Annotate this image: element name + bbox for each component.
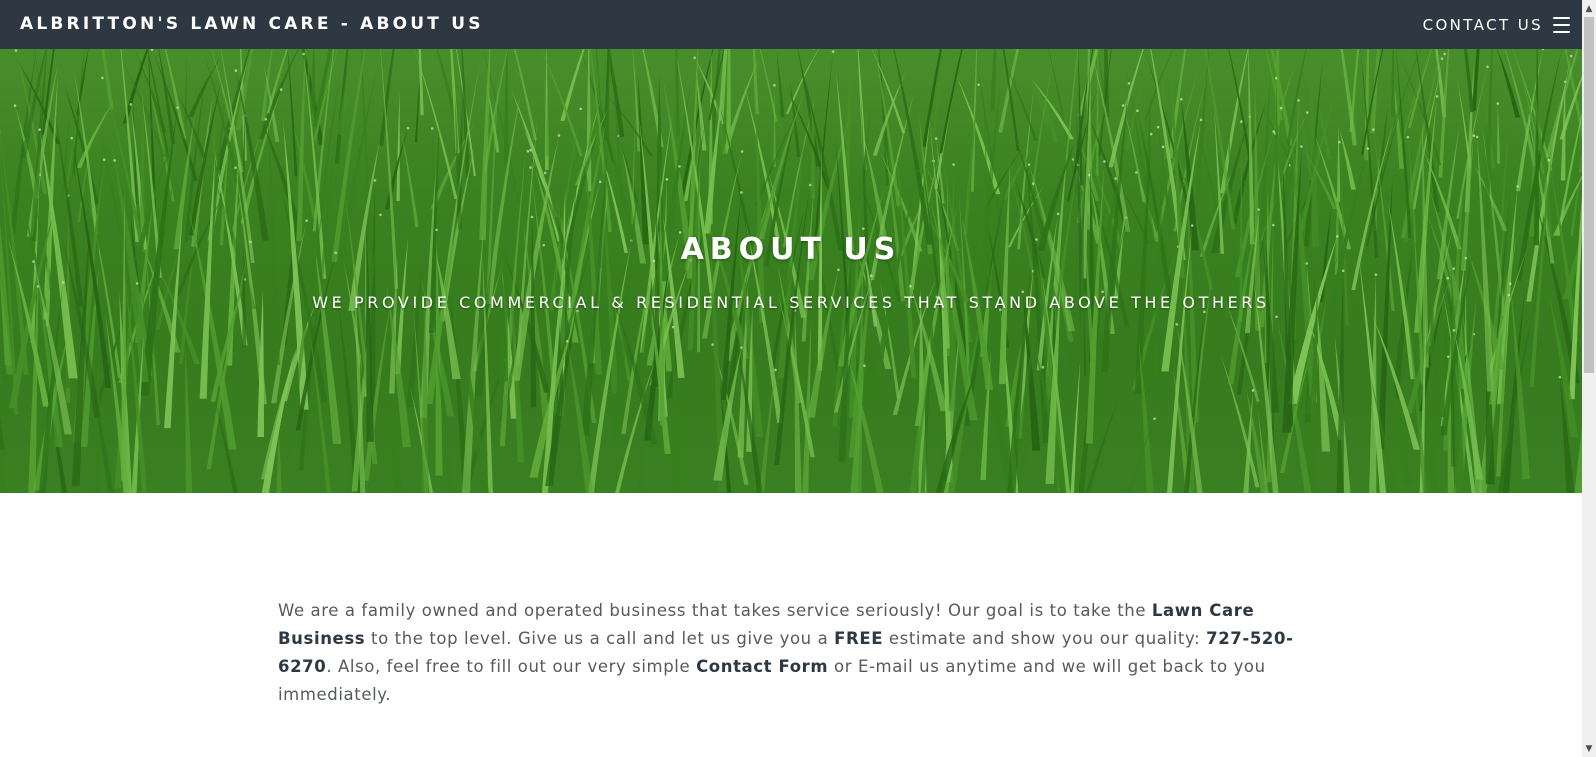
contact-us-link[interactable]: CONTACT US [1423, 16, 1543, 34]
hero-subtitle: WE PROVIDE COMMERCIAL & RESIDENTIAL SERV… [312, 293, 1270, 312]
hero-banner: ABOUT US WE PROVIDE COMMERCIAL & RESIDEN… [0, 49, 1582, 493]
paragraph-text: to the top level. Give us a call and let… [365, 629, 835, 648]
hero-overlay [0, 49, 1582, 493]
hero-title: ABOUT US [680, 232, 902, 267]
grass-background-image [0, 49, 1582, 493]
chevron-up-icon[interactable]: ▲ [1582, 0, 1596, 17]
hamburger-menu-icon[interactable] [1553, 16, 1570, 33]
scrollbar-thumb[interactable] [1584, 17, 1594, 373]
paragraph-text: . Also, feel free to fill out our very s… [326, 657, 697, 676]
menu-icon-bar [1553, 30, 1570, 33]
contact-form-link[interactable]: Contact Form [696, 657, 828, 676]
page-viewport: ALBRITTON'S LAWN CARE - ABOUT US CONTACT… [0, 0, 1582, 757]
paragraph-text: estimate and show you our quality: [883, 629, 1207, 648]
nav-right-group: CONTACT US [1423, 0, 1570, 49]
about-paragraph: We are a family owned and operated busin… [278, 597, 1318, 709]
vertical-scrollbar[interactable]: ▲ ▼ [1582, 0, 1596, 757]
top-navigation-bar: ALBRITTON'S LAWN CARE - ABOUT US CONTACT… [0, 0, 1582, 49]
free-emphasis: FREE [834, 629, 884, 648]
site-brand-title[interactable]: ALBRITTON'S LAWN CARE - ABOUT US [20, 14, 484, 34]
chevron-down-icon[interactable]: ▼ [1582, 740, 1596, 757]
menu-icon-bar [1553, 16, 1570, 19]
menu-icon-bar [1553, 23, 1570, 26]
paragraph-text: We are a family owned and operated busin… [278, 601, 1152, 620]
